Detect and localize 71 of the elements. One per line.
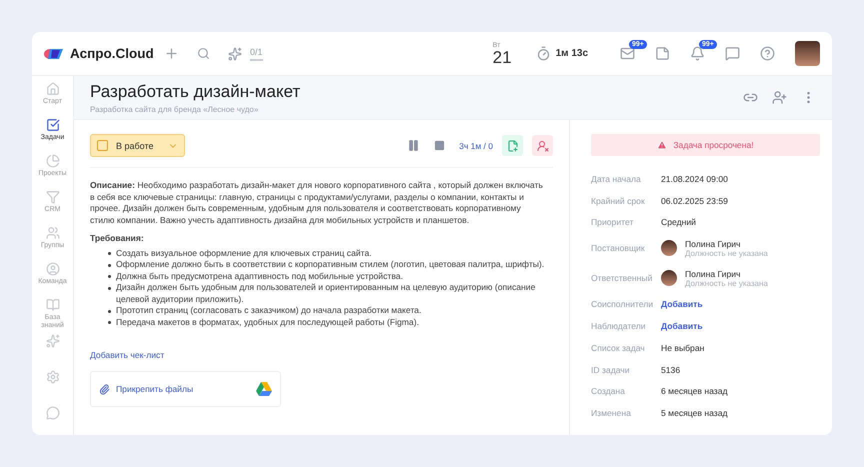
field-label: Приоритет: [591, 217, 634, 228]
field-label: Список задач: [591, 342, 646, 353]
requirement-text: Создать визуальное оформление для ключевых страниц сайта.: [116, 248, 372, 260]
drive-icon[interactable]: [256, 382, 272, 396]
field-value: 21.08.2024 09:00: [661, 174, 728, 184]
bullet-icon: [108, 321, 111, 324]
stop-icon[interactable]: [434, 140, 446, 151]
bullet-icon: [108, 275, 111, 278]
field-value: 5 месяцев назад: [661, 408, 728, 418]
add-file-button[interactable]: [502, 135, 523, 156]
person-position: Должность не указана: [685, 278, 768, 288]
logo-text: Аспро.Cloud: [70, 46, 154, 61]
field-label: Крайний срок: [591, 196, 646, 206]
time-spent[interactable]: 3ч 1м / 0: [459, 140, 493, 150]
avatar-photo-placeholder: [661, 270, 677, 286]
chat-icon[interactable]: [725, 46, 740, 61]
bell-icon[interactable]: [690, 46, 705, 61]
requirement-text: Передача макетов в форматах, удобных для последующей работы (Figma).: [116, 316, 419, 328]
field-value: 06.02.2025 23:59: [661, 196, 728, 206]
person-position: Должность не указана: [685, 248, 768, 258]
alert-text: Задача просрочена!: [673, 140, 754, 150]
person-name[interactable]: Полина Гирич: [685, 268, 768, 279]
field-label: Создана: [591, 386, 626, 396]
add-user-icon[interactable]: [772, 90, 787, 105]
avatar-photo-placeholder: [661, 240, 677, 256]
add-checklist-link[interactable]: Добавить чек-лист: [90, 350, 164, 360]
sparkle-note-icon[interactable]: [228, 46, 242, 60]
bullet-icon: [108, 310, 111, 313]
file-plus-icon: [506, 140, 518, 152]
bullet-icon: [108, 252, 111, 256]
plus-icon[interactable]: [164, 46, 179, 61]
add-link[interactable]: Добавить: [661, 321, 703, 332]
requirement-text: Прототип страниц (согласовать с заказчиком) до начала разработки макета.: [116, 305, 422, 317]
add-link[interactable]: Добавить: [661, 299, 703, 310]
status-dropdown[interactable]: В работе: [90, 134, 185, 157]
field-label: Соисполнители: [591, 299, 654, 310]
requirement-text: Дизайн должен быть удобным для пользователей и ориентированным на целевую аудиторию (описание целевой аудитории приложить).: [116, 282, 536, 306]
requirement-text: Оформление должно быть в соответствии с корпоративным стилем (логотип, цветовая палитра, шрифты).: [116, 259, 544, 271]
description-text: Описание: Необходимо разработать дизайн-макет для нового корпоративного сайта , который должен включать в себя все ключевые страницы: главную, страницы с продуктами/услугами, разделы о компании, контакты и прочее. Дизайн должен быть современным, удобным для пользователя и соответствовать корпоративному стилю компании. Важно учесть адаптивность дизайна для мобильных устройств и планшетов.: [90, 180, 544, 227]
person-name[interactable]: Полина Гирич: [685, 238, 768, 249]
sidebar-item-icon[interactable]: [46, 118, 60, 132]
remove-user-button[interactable]: [532, 135, 553, 156]
attach-files-button[interactable]: Прикрепить файлы: [99, 384, 194, 395]
search-icon[interactable]: [197, 47, 210, 60]
field-value: Средний: [661, 217, 696, 228]
day-number: 21: [492, 48, 512, 66]
requirement-text: Должна быть предусмотрена адаптивность под мобильные устройства.: [116, 270, 403, 282]
mail-icon[interactable]: [620, 46, 635, 61]
stopwatch-icon[interactable]: [536, 46, 551, 61]
field-value: 5136: [661, 364, 680, 375]
bullet-icon: [108, 286, 111, 290]
avatar-photo-placeholder[interactable]: [795, 41, 820, 66]
field-label: Дата начала: [591, 174, 642, 184]
timer-text: 1м 13с: [556, 48, 588, 59]
task-title: Разработать дизайн-макет: [90, 82, 300, 102]
paperclip-icon: [99, 384, 110, 395]
field-label: Постановщик: [591, 243, 646, 254]
notes-icon[interactable]: [655, 46, 670, 61]
field-label: ID задачи: [591, 364, 631, 375]
warning-icon: [657, 140, 668, 150]
field-label: Наблюдатели: [591, 321, 647, 332]
requirements-title: Требования:: [90, 232, 145, 243]
field-label: Изменена: [591, 408, 632, 418]
bullet-icon: [108, 264, 111, 267]
pause-icon[interactable]: [407, 139, 420, 152]
field-value: 6 месяцев назад: [661, 386, 728, 396]
help-icon[interactable]: [760, 46, 775, 61]
logo-icon: [44, 48, 64, 60]
field-value: Не выбран: [661, 342, 704, 353]
field-label: Ответственный: [591, 273, 654, 284]
user-remove-icon: [536, 140, 548, 152]
